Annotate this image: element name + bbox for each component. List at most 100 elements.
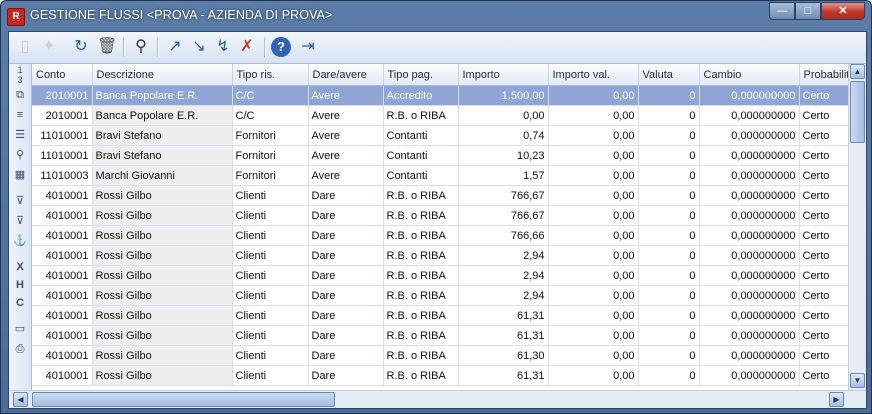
table-cell[interactable]: 0	[638, 245, 700, 266]
delete-icon[interactable]: ✦	[39, 37, 59, 57]
minimize-button[interactable]: —	[769, 2, 795, 20]
table-row[interactable]: 11010001 Bravi Stefano Fornitori Avere Conta…	[32, 125, 848, 146]
table-cell[interactable]: 0,000000000	[699, 105, 800, 126]
table-cell[interactable]: 0	[638, 125, 700, 146]
table-cell[interactable]: Contanti	[383, 145, 459, 166]
table-row[interactable]: 4010001 Rossi Gilbo Clienti Dare R.B. o RIBA…	[32, 365, 848, 386]
filter-icon[interactable]: ⊽	[12, 194, 28, 208]
table-cell[interactable]: 0	[638, 305, 700, 326]
vertical-scroll-thumb[interactable]	[850, 81, 865, 143]
table-cell[interactable]: Bravi Stefano	[92, 125, 233, 146]
screen-icon[interactable]: ▭	[12, 322, 28, 336]
table-cell[interactable]: Clienti	[232, 325, 309, 346]
table-cell[interactable]: Clienti	[232, 185, 309, 206]
table-cell[interactable]: Rossi Gilbo	[92, 325, 233, 346]
table-cell[interactable]: Certo	[799, 185, 848, 206]
table-cell[interactable]: 4010001	[32, 285, 93, 306]
table-cell[interactable]: 0,00	[548, 185, 639, 206]
table-cell[interactable]: 0,000000000	[699, 85, 800, 106]
table-cell[interactable]: 0,000000000	[699, 265, 800, 286]
column-header[interactable]: Dare/avere	[308, 64, 384, 86]
scroll-up-icon[interactable]: ▲	[850, 64, 865, 79]
edit-check-icon[interactable]: ↯	[213, 37, 233, 57]
table-cell[interactable]: R.B. o RIBA	[383, 345, 459, 366]
scroll-right-icon[interactable]: ▶	[829, 392, 844, 407]
table-cell[interactable]: Dare	[308, 225, 384, 246]
table-cell[interactable]: 2010001	[32, 85, 93, 106]
table-cell[interactable]: 0	[638, 325, 700, 346]
table-cell[interactable]: 4010001	[32, 325, 93, 346]
table-cell[interactable]: Avere	[308, 125, 384, 146]
table-cell[interactable]: 766,67	[458, 185, 549, 206]
table-row[interactable]: 4010001 Rossi Gilbo Clienti Dare R.B. o RIBA…	[32, 305, 848, 326]
table-cell[interactable]: 4010001	[32, 305, 93, 326]
column-header[interactable]: Importo val.	[548, 64, 639, 86]
table-cell[interactable]: 0	[638, 165, 700, 186]
table-cell[interactable]: Marchi Giovanni	[92, 165, 233, 186]
table-cell[interactable]: Dare	[308, 285, 384, 306]
table-cell[interactable]: 0,00	[548, 325, 639, 346]
table-row[interactable]: 4010001 Rossi Gilbo Clienti Dare R.B. o RIBA…	[32, 345, 848, 366]
table-cell[interactable]: Certo	[799, 265, 848, 286]
table-cell[interactable]: R.B. o RIBA	[383, 365, 459, 386]
table-cell[interactable]: 0,000000000	[699, 225, 800, 246]
table-cell[interactable]: R.B. o RIBA	[383, 225, 459, 246]
table-cell[interactable]: Certo	[799, 85, 848, 106]
table-cell[interactable]: 0	[638, 205, 700, 226]
table-cell[interactable]: Avere	[308, 145, 384, 166]
table-cell[interactable]: Certo	[799, 105, 848, 126]
table-cell[interactable]: Certo	[799, 285, 848, 306]
table-cell[interactable]: 61,30	[458, 345, 549, 366]
table-cell[interactable]: 11010003	[32, 165, 93, 186]
table-cell[interactable]: 0,00	[548, 85, 639, 106]
column-header[interactable]: Probabilità	[799, 64, 848, 86]
anchor-icon[interactable]: ⚓	[12, 234, 28, 248]
table-cell[interactable]: 0,000000000	[699, 125, 800, 146]
list-detail-icon[interactable]: ☰	[12, 128, 28, 142]
table-cell[interactable]: Fornitori	[232, 145, 309, 166]
table-cell[interactable]: 0,00	[548, 305, 639, 326]
table-cell[interactable]: 766,67	[458, 205, 549, 226]
table-row[interactable]: 4010001 Rossi Gilbo Clienti Dare R.B. o RIBA…	[32, 265, 848, 286]
column-header[interactable]: Valuta	[638, 64, 700, 86]
column-header[interactable]: Cambio	[699, 64, 800, 86]
edit-cancel-icon[interactable]: ✗	[237, 37, 257, 57]
copy-icon[interactable]: ⧉	[12, 88, 28, 102]
column-header[interactable]: Conto	[32, 64, 93, 86]
table-cell[interactable]: 4010001	[32, 205, 93, 226]
table-cell[interactable]: 61,31	[458, 325, 549, 346]
table-cell[interactable]: 0,00	[548, 245, 639, 266]
table-cell[interactable]: Clienti	[232, 305, 309, 326]
scroll-down-icon[interactable]: ▼	[850, 373, 865, 388]
table-cell[interactable]: 0,00	[548, 105, 639, 126]
zoom-icon[interactable]: ⚲	[12, 148, 28, 162]
column-header[interactable]: Descrizione	[92, 64, 233, 86]
column-header[interactable]: Tipo ris.	[232, 64, 309, 86]
table-cell[interactable]: 4010001	[32, 265, 93, 286]
table-cell[interactable]: Dare	[308, 205, 384, 226]
table-cell[interactable]: Rossi Gilbo	[92, 225, 233, 246]
table-cell[interactable]: C/C	[232, 85, 309, 106]
search-binoculars-icon[interactable]: ⚲	[131, 37, 151, 57]
table-cell[interactable]: Rossi Gilbo	[92, 285, 233, 306]
exit-icon[interactable]: ⇥	[298, 37, 318, 57]
table-cell[interactable]: 0,00	[548, 285, 639, 306]
maximize-button[interactable]: □	[795, 2, 821, 20]
table-cell[interactable]: Clienti	[232, 365, 309, 386]
table-cell[interactable]: 1.500,00	[458, 85, 549, 106]
table-cell[interactable]: 0,00	[548, 125, 639, 146]
table-cell[interactable]: Bravi Stefano	[92, 145, 233, 166]
column-header[interactable]: Tipo pag.	[383, 64, 459, 86]
table-cell[interactable]: 0,000000000	[699, 185, 800, 206]
table-cell[interactable]: 2,94	[458, 245, 549, 266]
table-cell[interactable]: 0,000000000	[699, 305, 800, 326]
table-cell[interactable]: Certo	[799, 125, 848, 146]
table-row[interactable]: 11010003 Marchi Giovanni Fornitori Avere Con…	[32, 165, 848, 186]
table-cell[interactable]: Fornitori	[232, 165, 309, 186]
table-cell[interactable]: 0	[638, 285, 700, 306]
table-cell[interactable]: Contanti	[383, 165, 459, 186]
table-row[interactable]: 4010001 Rossi Gilbo Clienti Dare R.B. o RIBA…	[32, 325, 848, 346]
column-header[interactable]: Importo	[458, 64, 549, 86]
table-cell[interactable]: 766,66	[458, 225, 549, 246]
table-cell[interactable]: 0,000000000	[699, 325, 800, 346]
